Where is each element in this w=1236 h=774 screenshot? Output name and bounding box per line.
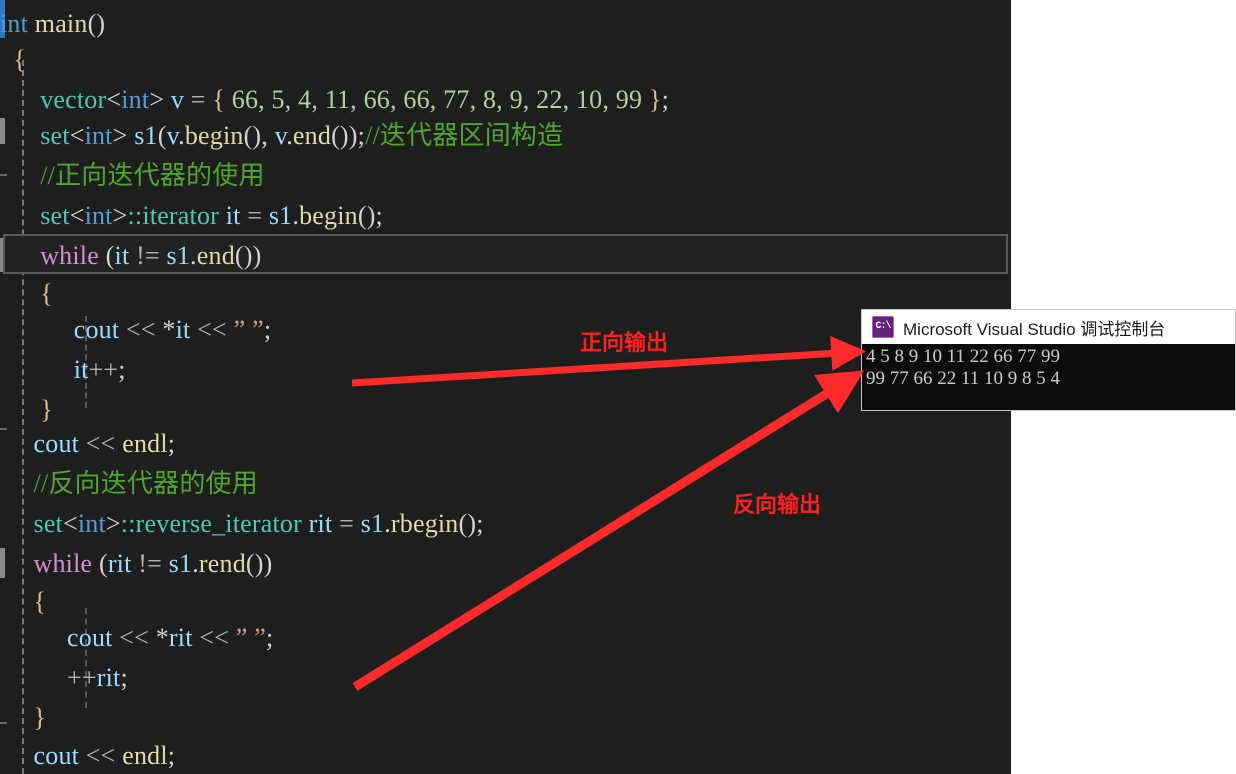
code-line-13[interactable]: //反向迭代器的使用 — [0, 466, 1011, 502]
console-output-line-2: 99 77 66 22 11 10 9 8 5 4 — [866, 368, 1061, 389]
code-line-18[interactable]: ++rit; — [0, 660, 1011, 696]
code-line-7[interactable]: while (it != s1.end()) — [0, 238, 1011, 274]
debug-console-window[interactable]: C:\ Microsoft Visual Studio 调试控制台 4 5 8 … — [862, 310, 1235, 410]
code-line-19[interactable]: } — [0, 700, 1011, 736]
code-line-8[interactable]: { — [0, 276, 1011, 312]
code-line-6[interactable]: set<int>::iterator it = s1.begin(); — [0, 198, 1011, 234]
console-output-line-1: 4 5 8 9 10 11 22 66 77 99 — [866, 346, 1061, 367]
console-title-bar[interactable]: C:\ Microsoft Visual Studio 调试控制台 — [862, 310, 1235, 344]
console-app-icon: C:\ — [872, 316, 894, 338]
code-line-15[interactable]: while (rit != s1.rend()) — [0, 546, 1011, 582]
code-line-9[interactable]: cout << *it << ” ”; — [0, 312, 1011, 348]
code-line-20[interactable]: cout << endl; — [0, 738, 1011, 774]
console-output[interactable]: 4 5 8 9 10 11 22 66 77 99 99 77 66 22 11… — [862, 344, 1235, 410]
code-line-12[interactable]: cout << endl; — [0, 426, 1011, 462]
code-line-4[interactable]: set<int> s1(v.begin(), v.end());//迭代器区间构… — [0, 118, 1011, 154]
code-editor[interactable]: int main() { vector<int> v = { 66, 5, 4,… — [0, 0, 1011, 774]
code-line-5[interactable]: //正向迭代器的使用 — [0, 158, 1011, 194]
code-line-1[interactable]: int main() — [0, 6, 1011, 42]
code-line-2[interactable]: { — [0, 42, 1011, 78]
code-line-10[interactable]: it++; — [0, 352, 1011, 388]
code-line-11[interactable]: } — [0, 392, 1011, 428]
code-line-3[interactable]: vector<int> v = { 66, 5, 4, 11, 66, 66, … — [0, 82, 1011, 118]
code-line-17[interactable]: cout << *rit << ” ”; — [0, 620, 1011, 656]
console-title-text: Microsoft Visual Studio 调试控制台 — [903, 319, 1166, 339]
code-line-14[interactable]: set<int>::reverse_iterator rit = s1.rbeg… — [0, 506, 1011, 542]
code-line-16[interactable]: { — [0, 584, 1011, 620]
